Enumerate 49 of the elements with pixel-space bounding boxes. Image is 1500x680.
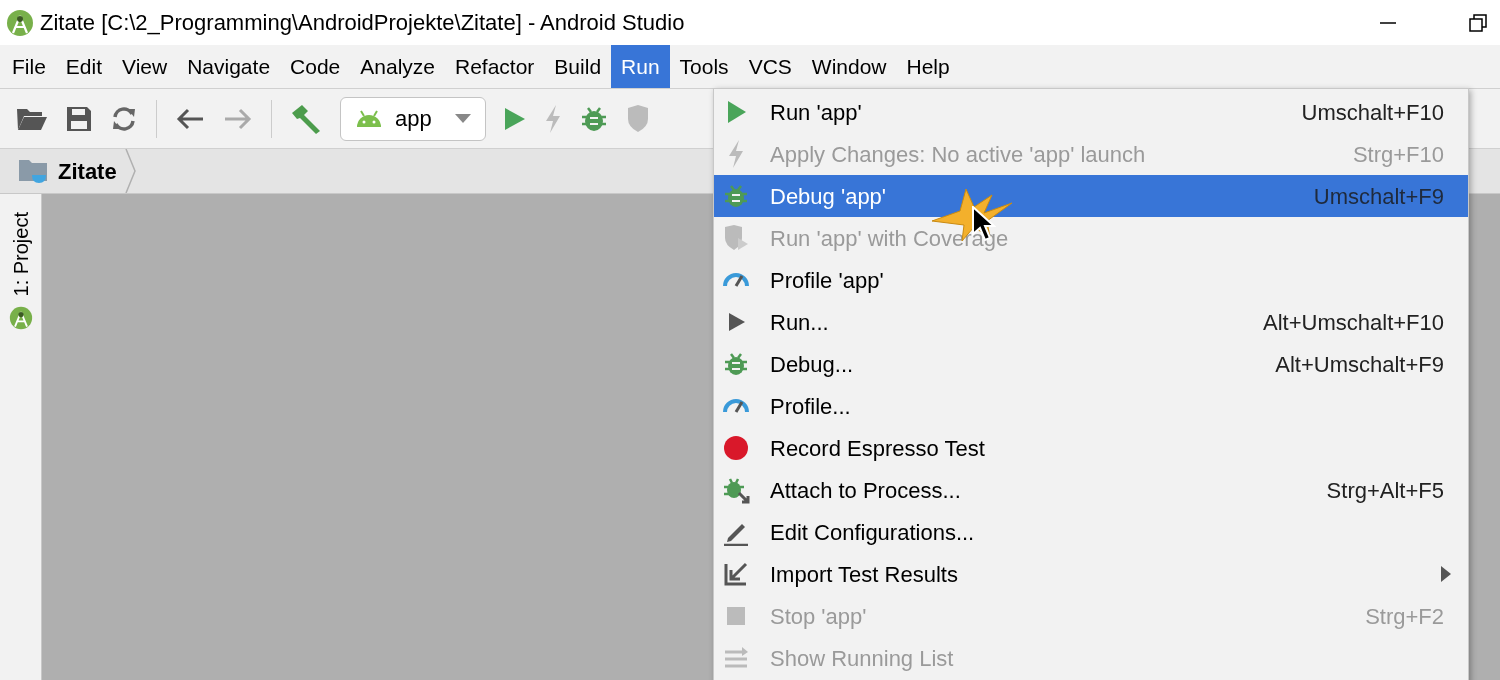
- menu-entry[interactable]: Debug 'app' Umschalt+F9: [714, 175, 1468, 217]
- menu-item[interactable]: Edit: [55, 45, 113, 88]
- shortcut-label: Alt+Umschalt+F10: [1263, 308, 1444, 337]
- project-tool-tab[interactable]: 1: Project: [5, 212, 36, 297]
- menu-item[interactable]: Refactor: [445, 45, 545, 88]
- menu-item[interactable]: Run: [611, 45, 670, 88]
- menu-entry[interactable]: Profile...: [714, 385, 1468, 427]
- shield-play-icon: [722, 224, 750, 252]
- save-icon[interactable]: [66, 105, 92, 132]
- run-icon[interactable]: [504, 106, 526, 131]
- android-studio-logo-icon: [6, 8, 34, 37]
- sync-icon[interactable]: [110, 104, 138, 133]
- menu-item[interactable]: File: [2, 45, 56, 88]
- dropdown-caret-icon: [455, 113, 471, 124]
- menu-entry[interactable]: Attach to Process... Strg+Alt+F5: [714, 469, 1468, 511]
- menu-entry[interactable]: Profile 'app': [714, 259, 1468, 301]
- menu-item[interactable]: View: [112, 45, 178, 88]
- menu-item[interactable]: Analyze: [350, 45, 445, 88]
- menu-entry[interactable]: Run... Alt+Umschalt+F10: [714, 301, 1468, 343]
- run-config-dropdown[interactable]: app: [340, 96, 486, 141]
- record-icon: [722, 434, 750, 462]
- folder-icon: [18, 157, 50, 185]
- menu-item[interactable]: VCS: [738, 45, 802, 88]
- shortcut-label: Alt+Umschalt+F9: [1275, 350, 1444, 379]
- shortcut-label: Strg+F2: [1365, 602, 1444, 631]
- bug-arrow-icon: [722, 476, 750, 504]
- menu-entry[interactable]: Edit Configurations...: [714, 511, 1468, 553]
- breadcrumb-item[interactable]: Zitate: [58, 154, 117, 188]
- restore-icon[interactable]: [1468, 12, 1488, 33]
- shortcut-label: Strg+F10: [1352, 140, 1444, 169]
- hammer-icon[interactable]: [290, 102, 322, 135]
- menu-entry[interactable]: Record Espresso Test: [714, 427, 1468, 469]
- menu-item[interactable]: Navigate: [177, 45, 281, 88]
- android-studio-logo-icon: [8, 306, 33, 331]
- shortcut-label: Umschalt+F9: [1313, 182, 1444, 211]
- menu-item[interactable]: Window: [801, 45, 897, 88]
- menu-item[interactable]: Help: [896, 45, 960, 88]
- menu-entry[interactable]: Debug... Alt+Umschalt+F9: [714, 343, 1468, 385]
- menu-entry[interactable]: Import Test Results: [714, 553, 1468, 595]
- menu-entry[interactable]: Run 'app' Umschalt+F10: [714, 91, 1468, 133]
- shortcut-label: Umschalt+F10: [1301, 98, 1444, 127]
- menu-item[interactable]: Tools: [669, 45, 739, 88]
- android-icon: [355, 109, 383, 128]
- menu-item[interactable]: Code: [280, 45, 351, 88]
- menu-item[interactable]: Build: [544, 45, 612, 88]
- import-arrow-icon: [722, 560, 750, 588]
- back-arrow-icon[interactable]: [175, 106, 205, 131]
- window-title: Zitate [C:\2_Programming\AndroidProjekte\Zitate] - Android Studio: [40, 9, 685, 37]
- shortcut-label: Strg+Alt+F5: [1326, 476, 1444, 505]
